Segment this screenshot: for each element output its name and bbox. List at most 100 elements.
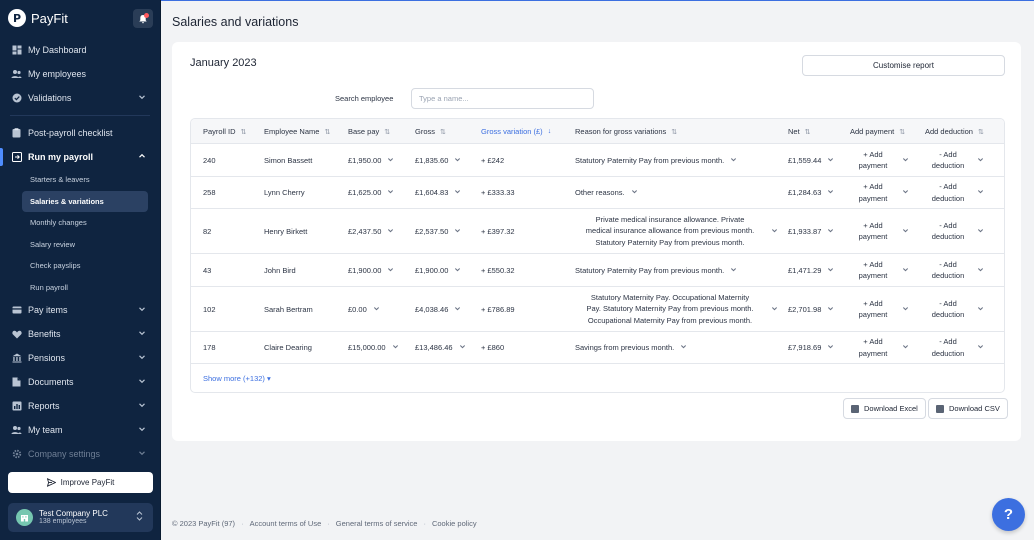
customise-report-button[interactable]: Customise report bbox=[802, 55, 1005, 76]
cell-base-pay[interactable]: £1,950.00 bbox=[348, 144, 394, 176]
footer-link-cookie-policy[interactable]: Cookie policy bbox=[432, 519, 477, 528]
sidebar-sub-check-payslips[interactable]: Check payslips bbox=[0, 255, 148, 277]
add-payment-dropdown-icon[interactable] bbox=[902, 156, 909, 165]
add-payment-dropdown-icon[interactable] bbox=[902, 266, 909, 275]
add-deduction-dropdown-icon[interactable] bbox=[977, 266, 984, 275]
add-payment-dropdown-icon[interactable] bbox=[902, 227, 909, 236]
cell-add-payment[interactable]: + Add payment bbox=[850, 144, 909, 176]
header-add-deduction[interactable]: Add deduction ⇅ bbox=[925, 119, 984, 144]
company-switcher[interactable]: Test Company PLC 138 employees bbox=[8, 503, 153, 532]
sidebar-sub-starters[interactable]: Starters & leavers bbox=[0, 169, 148, 191]
net-dropdown-icon[interactable] bbox=[827, 156, 834, 165]
add-deduction-dropdown-icon[interactable] bbox=[977, 188, 984, 197]
cell-base-pay[interactable]: £15,000.00 bbox=[348, 332, 399, 363]
header-reason[interactable]: Reason for gross variations ⇅ bbox=[575, 119, 677, 144]
reason-dropdown-icon[interactable] bbox=[730, 156, 737, 165]
add-deduction-button[interactable]: - Add deduction bbox=[925, 220, 984, 243]
cell-add-payment[interactable]: + Add payment bbox=[850, 177, 909, 208]
cell-reason[interactable]: Other reasons. bbox=[575, 177, 638, 208]
cell-add-deduction[interactable]: - Add deduction bbox=[925, 144, 984, 176]
reason-dropdown-icon[interactable] bbox=[680, 343, 687, 352]
cell-reason[interactable]: Savings from previous month. bbox=[575, 332, 687, 363]
header-base-pay[interactable]: Base pay ⇅ bbox=[348, 119, 390, 144]
net-dropdown-icon[interactable] bbox=[827, 343, 834, 352]
net-dropdown-icon[interactable] bbox=[827, 188, 834, 197]
cell-add-deduction[interactable]: - Add deduction bbox=[925, 332, 984, 363]
add-deduction-dropdown-icon[interactable] bbox=[977, 227, 984, 236]
header-employee-name[interactable]: Employee Name ⇅ bbox=[264, 119, 330, 144]
sidebar-sub-monthly-changes[interactable]: Monthly changes bbox=[0, 212, 148, 234]
sidebar-item-dashboard[interactable]: My Dashboard bbox=[0, 38, 160, 62]
base-pay-dropdown-icon[interactable] bbox=[387, 156, 394, 165]
header-gross[interactable]: Gross ⇅ bbox=[415, 119, 446, 144]
cell-net[interactable]: £1,284.63 bbox=[788, 177, 834, 208]
base-pay-dropdown-icon[interactable] bbox=[387, 188, 394, 197]
download-excel-button[interactable]: Download Excel bbox=[843, 398, 926, 419]
sidebar-item-pay-items[interactable]: Pay items bbox=[0, 298, 160, 322]
add-payment-dropdown-icon[interactable] bbox=[902, 188, 909, 197]
gross-dropdown-icon[interactable] bbox=[454, 188, 461, 197]
cell-add-deduction[interactable]: - Add deduction bbox=[925, 287, 984, 331]
gross-dropdown-icon[interactable] bbox=[454, 156, 461, 165]
sidebar-item-pensions[interactable]: Pensions bbox=[0, 346, 160, 370]
cell-net[interactable]: £2,701.98 bbox=[788, 287, 834, 331]
sidebar-item-my-team[interactable]: My team bbox=[0, 418, 160, 442]
sidebar-item-documents[interactable]: Documents bbox=[0, 370, 160, 394]
cell-gross[interactable]: £1,604.83 bbox=[415, 177, 461, 208]
sidebar-item-run-payroll[interactable]: Run my payroll bbox=[0, 145, 160, 169]
reason-dropdown-icon[interactable] bbox=[771, 305, 778, 314]
add-payment-button[interactable]: + Add payment bbox=[850, 298, 909, 321]
brand[interactable]: P PayFit bbox=[8, 9, 68, 27]
add-payment-dropdown-icon[interactable] bbox=[902, 343, 909, 352]
add-deduction-button[interactable]: - Add deduction bbox=[925, 181, 984, 204]
cell-base-pay[interactable]: £1,625.00 bbox=[348, 177, 394, 208]
add-deduction-button[interactable]: - Add deduction bbox=[925, 336, 984, 359]
header-gross-variation[interactable]: Gross variation (£) ↓ bbox=[481, 119, 551, 144]
net-dropdown-icon[interactable] bbox=[827, 305, 834, 314]
cell-net[interactable]: £7,918.69 bbox=[788, 332, 834, 363]
header-payroll-id[interactable]: Payroll ID ⇅ bbox=[203, 119, 246, 144]
header-net[interactable]: Net ⇅ bbox=[788, 119, 811, 144]
cell-gross[interactable]: £13,486.46 bbox=[415, 332, 466, 363]
reason-dropdown-icon[interactable] bbox=[730, 266, 737, 275]
cell-net[interactable]: £1,933.87 bbox=[788, 209, 834, 253]
net-dropdown-icon[interactable] bbox=[827, 266, 834, 275]
improve-payfit-button[interactable]: Improve PayFit bbox=[8, 472, 153, 493]
cell-reason[interactable]: Statutory Paternity Pay from previous mo… bbox=[575, 254, 737, 286]
cell-gross[interactable]: £2,537.50 bbox=[415, 209, 461, 253]
download-csv-button[interactable]: Download CSV bbox=[928, 398, 1008, 419]
help-button[interactable]: ? bbox=[992, 498, 1025, 531]
sidebar-item-validations[interactable]: Validations bbox=[0, 86, 160, 110]
header-add-payment[interactable]: Add payment ⇅ bbox=[850, 119, 905, 144]
footer-link-account-terms[interactable]: Account terms of Use bbox=[250, 519, 322, 528]
cell-base-pay[interactable]: £0.00 bbox=[348, 287, 380, 331]
net-dropdown-icon[interactable] bbox=[827, 227, 834, 236]
sidebar-item-benefits[interactable]: Benefits bbox=[0, 322, 160, 346]
add-deduction-dropdown-icon[interactable] bbox=[977, 343, 984, 352]
cell-net[interactable]: £1,559.44 bbox=[788, 144, 834, 176]
notifications-button[interactable] bbox=[133, 9, 153, 28]
base-pay-dropdown-icon[interactable] bbox=[387, 266, 394, 275]
add-deduction-dropdown-icon[interactable] bbox=[977, 305, 984, 314]
add-payment-button[interactable]: + Add payment bbox=[850, 220, 909, 243]
search-input[interactable] bbox=[411, 88, 594, 109]
base-pay-dropdown-icon[interactable] bbox=[373, 305, 380, 314]
gross-dropdown-icon[interactable] bbox=[454, 227, 461, 236]
sidebar-item-company-settings[interactable]: Company settings bbox=[0, 442, 160, 466]
cell-add-payment[interactable]: + Add payment bbox=[850, 287, 909, 331]
gross-dropdown-icon[interactable] bbox=[454, 305, 461, 314]
cell-gross[interactable]: £1,835.60 bbox=[415, 144, 461, 176]
base-pay-dropdown-icon[interactable] bbox=[392, 343, 399, 352]
cell-reason[interactable]: Statutory Paternity Pay from previous mo… bbox=[575, 144, 737, 176]
add-deduction-button[interactable]: - Add deduction bbox=[925, 298, 984, 321]
add-deduction-button[interactable]: - Add deduction bbox=[925, 149, 984, 172]
reason-dropdown-icon[interactable] bbox=[771, 227, 778, 236]
cell-add-payment[interactable]: + Add payment bbox=[850, 332, 909, 363]
reason-dropdown-icon[interactable] bbox=[631, 188, 638, 197]
cell-gross[interactable]: £4,038.46 bbox=[415, 287, 461, 331]
cell-add-deduction[interactable]: - Add deduction bbox=[925, 254, 984, 286]
add-payment-button[interactable]: + Add payment bbox=[850, 336, 909, 359]
add-deduction-dropdown-icon[interactable] bbox=[977, 156, 984, 165]
cell-net[interactable]: £1,471.29 bbox=[788, 254, 834, 286]
show-more-link[interactable]: Show more (+132) ▾ bbox=[203, 374, 271, 383]
